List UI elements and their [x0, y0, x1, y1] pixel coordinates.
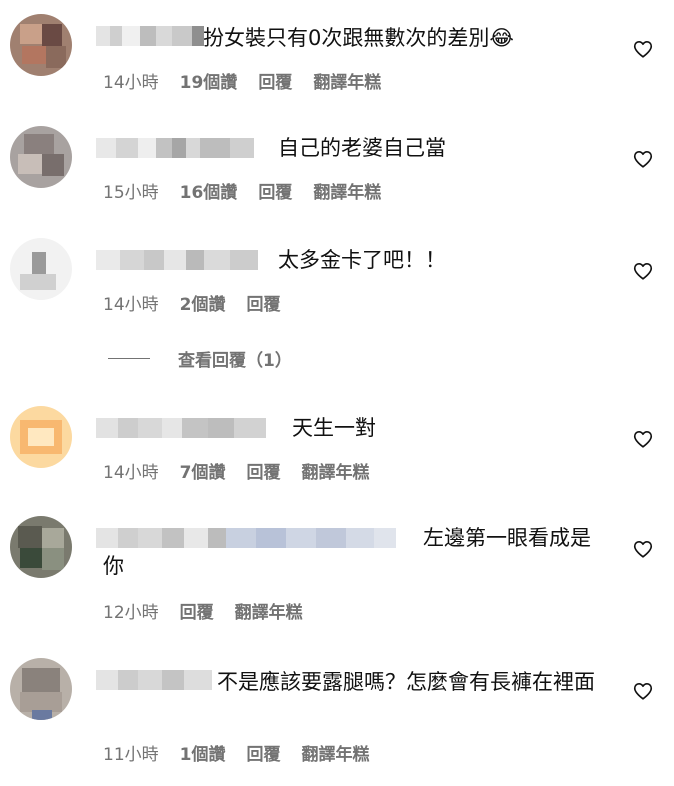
- view-replies-label[interactable]: 查看回覆（1）: [178, 346, 292, 371]
- comment-time: 14小時: [103, 463, 159, 483]
- comment-text: 自己的老婆自己當: [278, 136, 446, 160]
- like-count-button[interactable]: 19個讚: [180, 68, 238, 93]
- like-count-button[interactable]: 2個讚: [180, 290, 226, 315]
- reply-button[interactable]: 回覆: [246, 740, 280, 765]
- avatar[interactable]: [10, 238, 72, 300]
- comment-item: 自己的老婆自己當 15小時 16個讚 回覆 翻譯年糕: [0, 120, 674, 210]
- comment-meta: 12小時 回覆 翻譯年糕: [103, 598, 303, 623]
- username-blurred[interactable]: [96, 138, 254, 158]
- reply-button[interactable]: 回覆: [258, 68, 292, 93]
- avatar[interactable]: [10, 658, 72, 720]
- comment-text: 天生一對: [292, 416, 376, 440]
- comment-meta: 14小時 19個讚 回覆 翻譯年糕: [103, 68, 381, 93]
- comment-item: 左邊第一眼看成是你 12小時 回覆 翻譯年糕: [0, 512, 674, 623]
- divider: [108, 358, 150, 359]
- comment-item: 太多金卡了吧！！ 14小時 2個讚 回覆: [0, 232, 674, 322]
- reply-button[interactable]: 回覆: [246, 458, 280, 483]
- like-count-button[interactable]: 1個讚: [180, 740, 226, 765]
- translate-button[interactable]: 翻譯年糕: [301, 740, 369, 765]
- comment-meta: 14小時 2個讚 回覆: [103, 290, 280, 315]
- avatar[interactable]: [10, 406, 72, 468]
- reply-button[interactable]: 回覆: [246, 290, 280, 315]
- translate-button[interactable]: 翻譯年糕: [235, 598, 303, 623]
- username-blurred[interactable]: [96, 26, 204, 46]
- heart-outline-icon[interactable]: [632, 38, 654, 60]
- heart-outline-icon[interactable]: [632, 260, 654, 282]
- username-blurred[interactable]: [96, 250, 258, 270]
- username-blurred[interactable]: [96, 418, 266, 438]
- comment-item: 扮女裝只有0次跟無數次的差別😂 14小時 19個讚 回覆 翻譯年糕: [0, 10, 674, 100]
- comment-meta: 14小時 7個讚 回覆 翻譯年糕: [103, 458, 369, 483]
- comment-time: 11小時: [103, 745, 159, 765]
- comment-time: 14小時: [103, 73, 159, 93]
- view-replies-button[interactable]: 查看回覆（1）: [108, 346, 292, 371]
- comment-text: 扮女裝只有0次跟無數次的差別😂: [203, 26, 514, 50]
- comment-text: 不是應該要露腿嗎？怎麼會有長褲在裡面: [217, 670, 595, 694]
- comment-time: 12小時: [103, 603, 159, 623]
- comment-meta: 11小時 1個讚 回覆 翻譯年糕: [103, 740, 369, 765]
- avatar[interactable]: [10, 516, 72, 578]
- avatar[interactable]: [10, 126, 72, 188]
- like-count-button[interactable]: 7個讚: [180, 458, 226, 483]
- heart-outline-icon[interactable]: [632, 148, 654, 170]
- reply-button[interactable]: 回覆: [258, 178, 292, 203]
- comment-item: 不是應該要露腿嗎？怎麼會有長褲在裡面 11小時 1個讚 回覆 翻譯年糕: [0, 654, 674, 774]
- like-count-button[interactable]: 16個讚: [180, 178, 238, 203]
- comment-item: 天生一對 14小時 7個讚 回覆 翻譯年糕: [0, 400, 674, 490]
- avatar[interactable]: [10, 14, 72, 76]
- reply-button[interactable]: 回覆: [180, 598, 214, 623]
- heart-outline-icon[interactable]: [632, 428, 654, 450]
- translate-button[interactable]: 翻譯年糕: [313, 68, 381, 93]
- comment-text: 左邊第一眼看成是你: [103, 526, 591, 578]
- comment-meta: 15小時 16個讚 回覆 翻譯年糕: [103, 178, 381, 203]
- heart-outline-icon[interactable]: [632, 538, 654, 560]
- heart-outline-icon[interactable]: [632, 680, 654, 702]
- comment-text: 太多金卡了吧！！: [278, 248, 446, 272]
- comment-time: 14小時: [103, 295, 159, 315]
- translate-button[interactable]: 翻譯年糕: [313, 178, 381, 203]
- comment-time: 15小時: [103, 183, 159, 203]
- translate-button[interactable]: 翻譯年糕: [301, 458, 369, 483]
